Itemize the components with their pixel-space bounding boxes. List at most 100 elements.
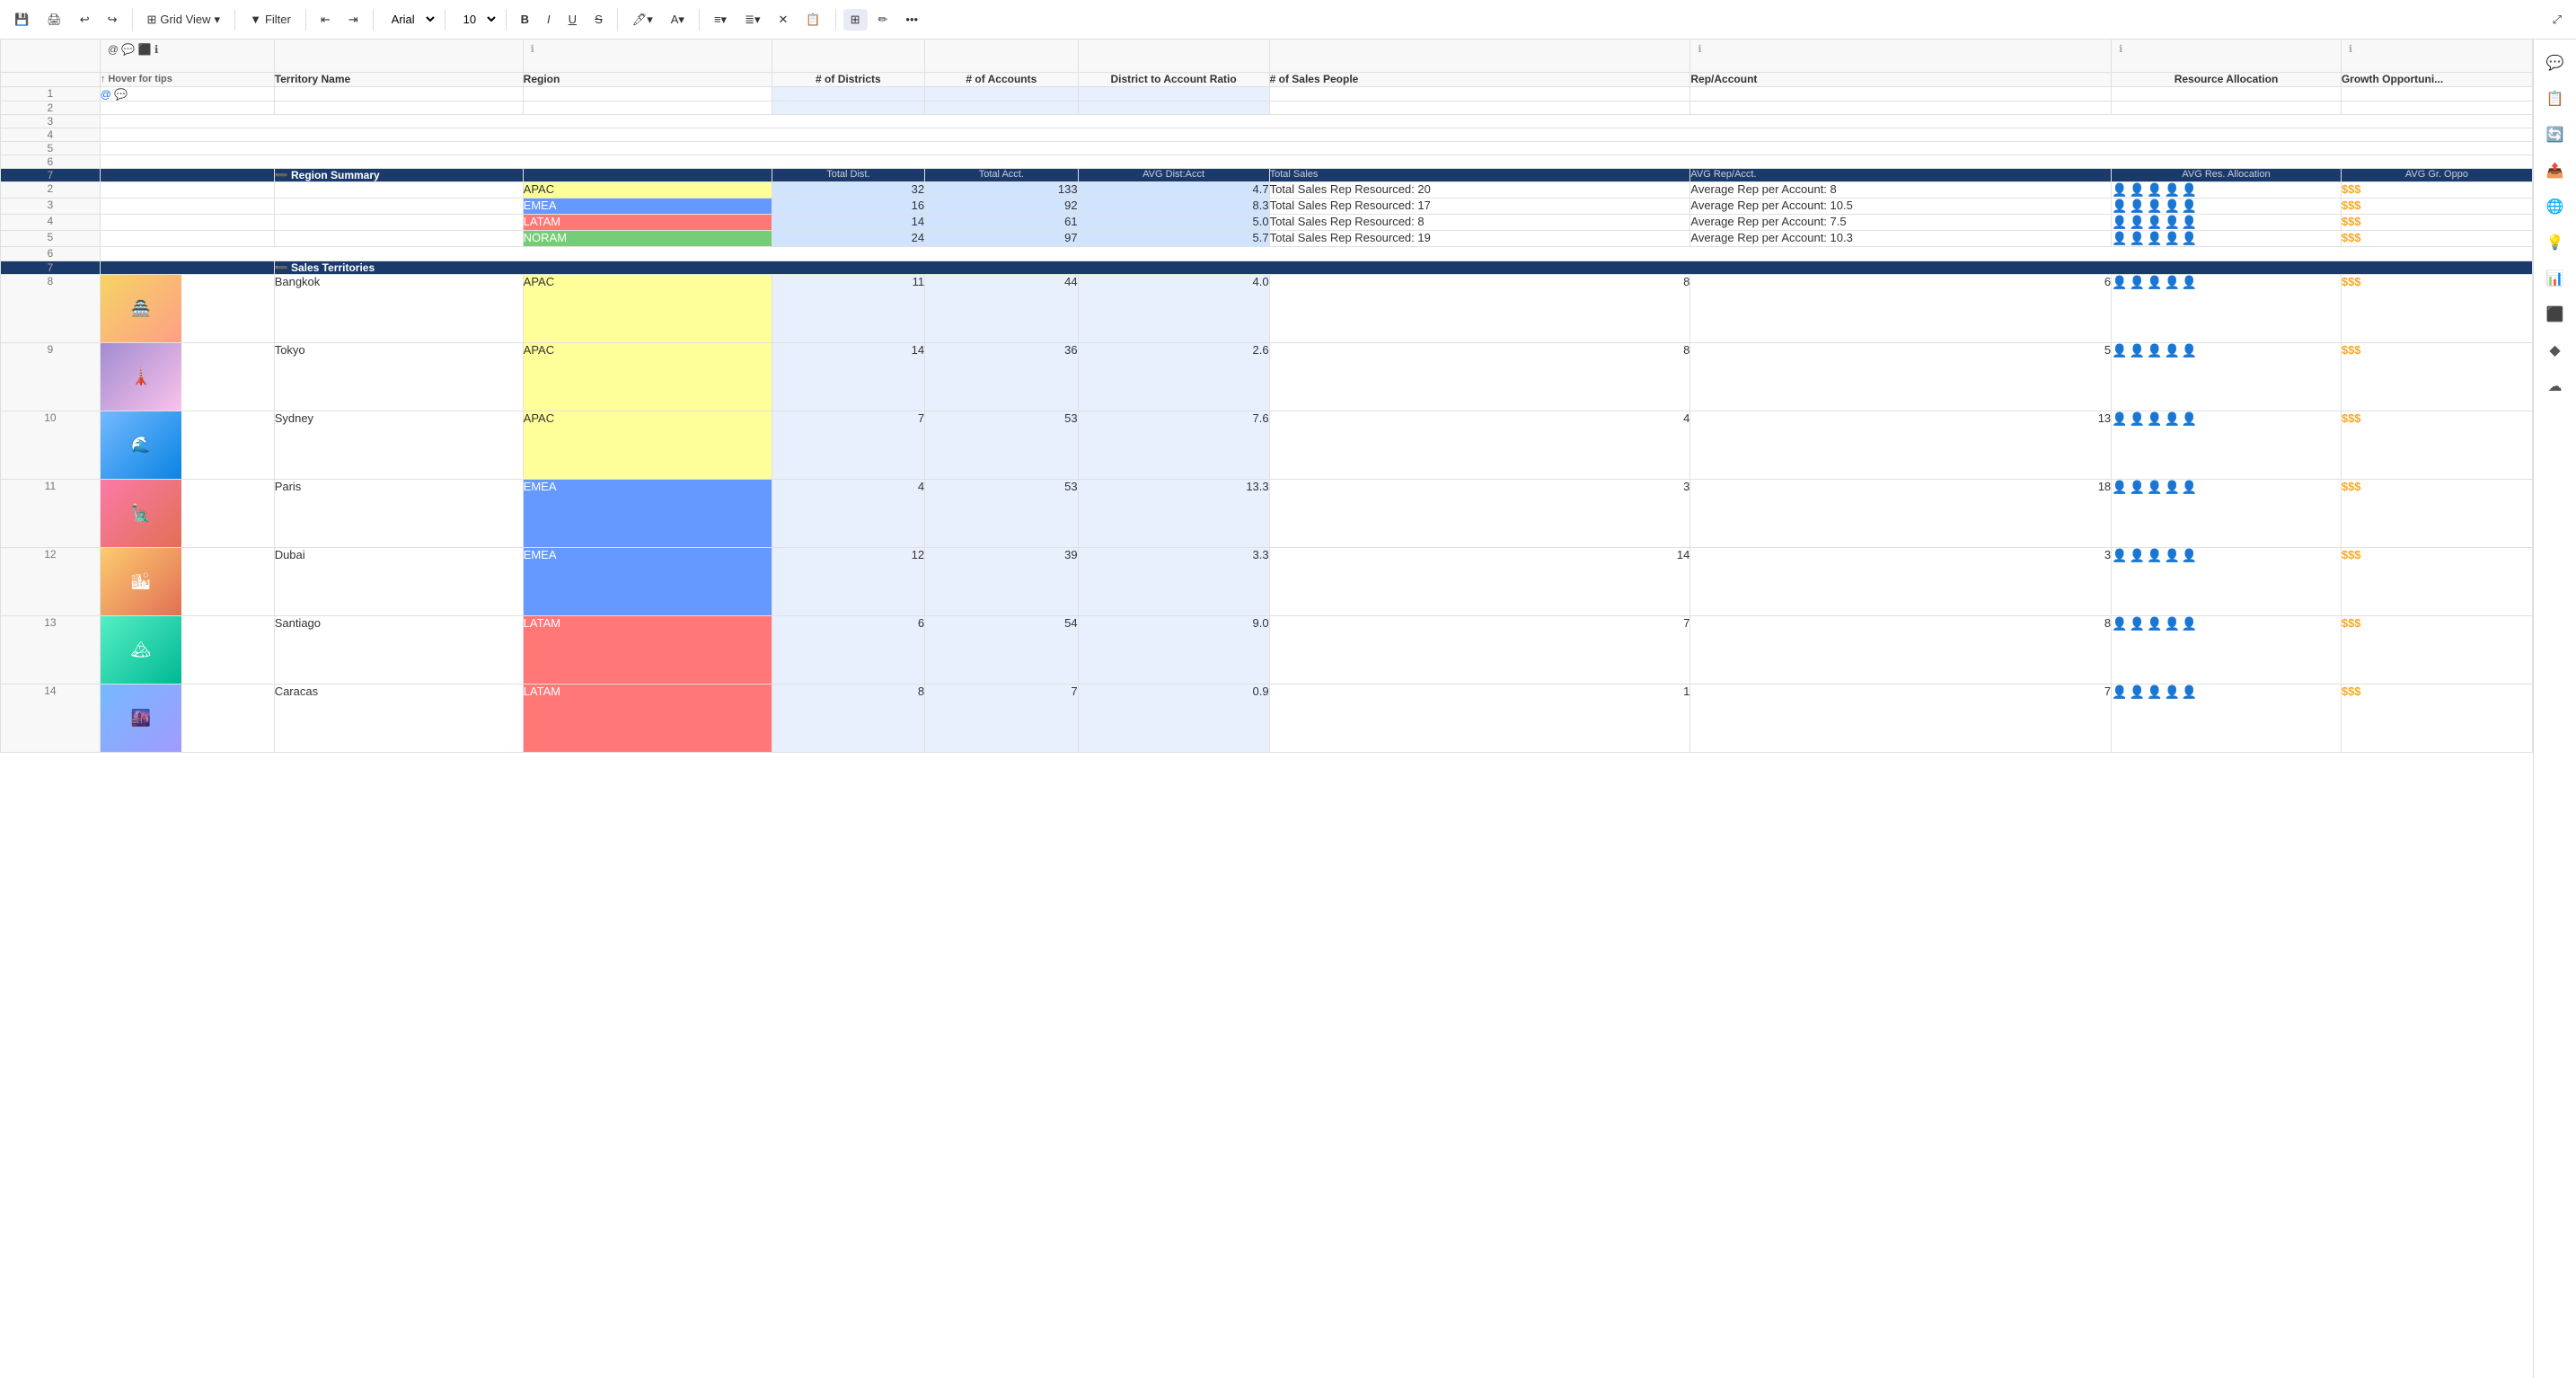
sydney-region[interactable]: APAC	[523, 411, 772, 480]
santiago-repaccount[interactable]: 8	[1690, 616, 2112, 685]
row1-rep[interactable]	[1690, 87, 2112, 102]
paris-ratio[interactable]: 13.3	[1078, 480, 1269, 548]
santiago-territory[interactable]: Santiago	[274, 616, 523, 685]
caracas-accounts[interactable]: 7	[925, 685, 1078, 753]
dubai-ratio[interactable]: 3.3	[1078, 548, 1269, 616]
row1-resource[interactable]	[2112, 87, 2342, 102]
tokyo-salespeople[interactable]: 8	[1269, 343, 1690, 411]
strikethrough-button[interactable]: S	[587, 9, 610, 30]
caracas-repaccount[interactable]: 7	[1690, 685, 2112, 753]
row2-sales[interactable]	[1269, 102, 1690, 115]
santiago-region[interactable]: LATAM	[523, 616, 772, 685]
santiago-accounts[interactable]: 54	[925, 616, 1078, 685]
paris-salespeople[interactable]: 3	[1269, 480, 1690, 548]
caracas-districts[interactable]: 8	[772, 685, 924, 753]
sidebar-upload-icon[interactable]: 📤	[2539, 155, 2572, 187]
wrap-button[interactable]: ≣▾	[737, 9, 767, 31]
tokyo-districts[interactable]: 14	[772, 343, 924, 411]
italic-button[interactable]: I	[540, 9, 558, 30]
underline-button[interactable]: U	[561, 9, 584, 30]
dubai-territory[interactable]: Dubai	[274, 548, 523, 616]
print-button[interactable]: 🖨	[40, 9, 69, 31]
highlight-button[interactable]: 🖊▾	[625, 9, 660, 31]
dubai-accounts[interactable]: 39	[925, 548, 1078, 616]
more-button[interactable]: •••	[898, 9, 925, 30]
santiago-districts[interactable]: 6	[772, 616, 924, 685]
row1-region[interactable]	[523, 87, 772, 102]
sydney-districts[interactable]: 7	[772, 411, 924, 480]
tokyo-accounts[interactable]: 36	[925, 343, 1078, 411]
undo-button[interactable]: ↩	[73, 9, 97, 31]
caracas-territory[interactable]: Caracas	[274, 685, 523, 753]
bangkok-districts[interactable]: 11	[772, 275, 924, 343]
draw-button[interactable]: ✏	[871, 9, 895, 31]
paris-accounts[interactable]: 53	[925, 480, 1078, 548]
caracas-region[interactable]: LATAM	[523, 685, 772, 753]
spreadsheet-container[interactable]: @ 💬 ⬛ ℹ ℹ	[0, 40, 2533, 1378]
sidebar-cloud-icon[interactable]: ☁	[2539, 370, 2572, 402]
align-button[interactable]: ≡▾	[707, 9, 734, 31]
filter-button[interactable]: ▼ Filter	[243, 9, 298, 30]
paris-territory[interactable]: Paris	[274, 480, 523, 548]
tokyo-territory[interactable]: Tokyo	[274, 343, 523, 411]
row2-region[interactable]	[523, 102, 772, 115]
caracas-ratio[interactable]: 0.9	[1078, 685, 1269, 753]
save-button[interactable]: 💾	[7, 9, 36, 31]
indent-inc-button[interactable]: ⇥	[341, 9, 366, 31]
sidebar-diamond-icon[interactable]: ◆	[2539, 334, 2572, 367]
dubai-districts[interactable]: 12	[772, 548, 924, 616]
row2-ratio[interactable]	[1078, 102, 1269, 115]
sidebar-clipboard-icon[interactable]: 📋	[2539, 83, 2572, 115]
collapse-button[interactable]: ⤢	[2545, 9, 2569, 31]
sidebar-chart-icon[interactable]: 📊	[2539, 262, 2572, 295]
tokyo-region[interactable]: APAC	[523, 343, 772, 411]
indent-dec-button[interactable]: ⇤	[313, 9, 338, 31]
caracas-salespeople[interactable]: 1	[1269, 685, 1690, 753]
sydney-repaccount[interactable]: 13	[1690, 411, 2112, 480]
bangkok-ratio[interactable]: 4.0	[1078, 275, 1269, 343]
dubai-region[interactable]: EMEA	[523, 548, 772, 616]
clear-button[interactable]: ✕	[772, 9, 796, 31]
santiago-salespeople[interactable]: 7	[1269, 616, 1690, 685]
font-color-button[interactable]: A▾	[664, 9, 692, 31]
bangkok-repaccount[interactable]: 6	[1690, 275, 2112, 343]
paris-repaccount[interactable]: 18	[1690, 480, 2112, 548]
row2-districts[interactable]	[772, 102, 924, 115]
sydney-salespeople[interactable]: 4	[1269, 411, 1690, 480]
bangkok-territory[interactable]: Bangkok	[274, 275, 523, 343]
redo-button[interactable]: ↪	[101, 9, 125, 31]
format-button[interactable]: 📋	[798, 9, 827, 31]
section-collapse-icon[interactable]: ➖	[275, 261, 288, 274]
sydney-territory[interactable]: Sydney	[274, 411, 523, 480]
tokyo-ratio[interactable]: 2.6	[1078, 343, 1269, 411]
sydney-accounts[interactable]: 53	[925, 411, 1078, 480]
row1-growth[interactable]	[2341, 87, 2532, 102]
grid-icon-button[interactable]: ⊞	[843, 9, 868, 31]
row2-img[interactable]	[100, 102, 274, 115]
paris-region[interactable]: EMEA	[523, 480, 772, 548]
row2-territory[interactable]	[274, 102, 523, 115]
row2-rep[interactable]	[1690, 102, 2112, 115]
paris-districts[interactable]: 4	[772, 480, 924, 548]
sidebar-refresh-icon[interactable]: 🔄	[2539, 119, 2572, 151]
sidebar-chat-icon[interactable]: 💬	[2539, 47, 2572, 79]
row1-sales[interactable]	[1269, 87, 1690, 102]
collapse-icon[interactable]: ➖	[275, 169, 288, 181]
bangkok-region[interactable]: APAC	[523, 275, 772, 343]
sidebar-grid-icon[interactable]: ⬛	[2539, 298, 2572, 331]
sidebar-globe-icon[interactable]: 🌐	[2539, 190, 2572, 223]
dubai-salespeople[interactable]: 14	[1269, 548, 1690, 616]
sidebar-bulb-icon[interactable]: 💡	[2539, 226, 2572, 259]
dubai-repaccount[interactable]: 3	[1690, 548, 2112, 616]
row1-accounts[interactable]	[925, 87, 1078, 102]
row2-resource[interactable]	[2112, 102, 2342, 115]
bangkok-accounts[interactable]: 44	[925, 275, 1078, 343]
bangkok-salespeople[interactable]: 8	[1269, 275, 1690, 343]
sydney-ratio[interactable]: 7.6	[1078, 411, 1269, 480]
size-select[interactable]: 10	[453, 8, 498, 31]
font-select[interactable]: Arial	[381, 8, 437, 31]
row2-accounts[interactable]	[925, 102, 1078, 115]
row2-growth[interactable]	[2341, 102, 2532, 115]
bold-button[interactable]: B	[514, 9, 536, 30]
tokyo-repaccount[interactable]: 5	[1690, 343, 2112, 411]
